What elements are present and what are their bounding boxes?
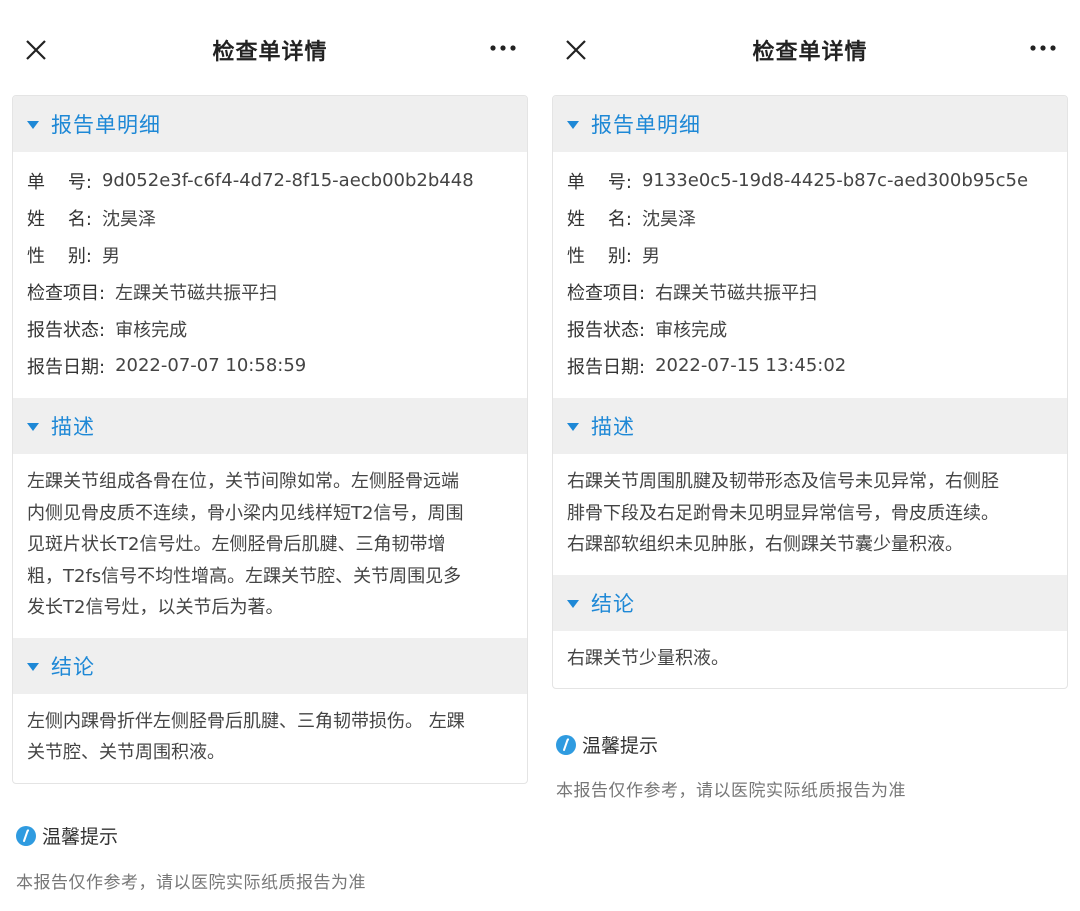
field-value: 2022-07-07 10:58:59 xyxy=(115,355,307,376)
field-value: 审核完成 xyxy=(655,319,728,341)
text-line: 右踝关节周围肌腱及韧带形态及信号未见异常，右侧胫 xyxy=(567,471,999,492)
text-line: 发长T2信号灶，以关节后为著。 xyxy=(27,597,284,618)
tip-title: 温馨提示 xyxy=(582,735,659,757)
text-line: 右踝关节少量积液。 xyxy=(567,647,729,669)
text-line: 左踝关节组成各骨在位，关节间隙如常。左侧胫骨远端 xyxy=(27,471,459,492)
info-icon xyxy=(556,734,576,755)
text-line: 左侧内踝骨折伴左侧胫骨后肌腱、三角韧带损伤。 左踝 xyxy=(27,710,465,732)
section-header-description[interactable]: 描述 xyxy=(553,398,1067,454)
field-value: 沈昊泽 xyxy=(101,208,156,230)
text-line: 内侧见骨皮质不连续，骨小梁内见线样短T2信号，周围 xyxy=(27,502,464,524)
field-label: 姓 名: xyxy=(27,208,92,230)
caret-down-icon xyxy=(27,662,39,671)
tip-header: 温馨提示 xyxy=(556,731,658,758)
field-value: 9d052e3f-c6f4-4d72-8f15-aecb00b2b448 xyxy=(101,170,474,191)
field-label: 单 号: xyxy=(27,171,92,193)
text-line: 见斑片状长T2信号灶。左侧胫骨后肌腱、三角韧带增 xyxy=(27,534,446,555)
report-card: 报告单明细 单 号: 9133e0c5-19d8-4425-b87c-aed300… xyxy=(552,95,1068,689)
more-icon[interactable] xyxy=(1028,36,1058,60)
report-fields: 单 号: 9d052e3f-c6f4-4d72-8f15-aecb00b2b448… xyxy=(13,152,527,398)
report-fields: 单 号: 9133e0c5-19d8-4425-b87c-aed300b95c5e… xyxy=(553,152,1067,398)
field-label: 报告日期: xyxy=(567,356,646,378)
conclusion-text: 右踝关节少量积液。 xyxy=(553,631,1067,689)
field-row-exam: 检查项目: 右踝关节磁共振平扫 xyxy=(567,273,1053,310)
tip-note: 本报告仅作参考，请以医院实际纸质报告为准 xyxy=(16,873,366,893)
tip-note: 本报告仅作参考，请以医院实际纸质报告为准 xyxy=(556,781,906,801)
field-label: 性 别: xyxy=(27,245,92,267)
field-row-status: 报告状态: 审核完成 xyxy=(27,310,513,347)
field-row-name: 姓 名: 沈昊泽 xyxy=(567,199,1053,236)
section-header-conclusion[interactable]: 结论 xyxy=(13,637,527,694)
top-bar: 检查单详情 xyxy=(10,22,530,78)
caret-down-icon xyxy=(567,423,579,431)
field-value: 男 xyxy=(641,245,660,267)
field-value: 审核完成 xyxy=(115,319,188,341)
field-row-name: 姓 名: 沈昊泽 xyxy=(27,199,513,236)
tip-header: 温馨提示 xyxy=(16,822,118,849)
field-label: 报告日期: xyxy=(27,356,106,378)
report-card: 报告单明细 单 号: 9d052e3f-c6f4-4d72-8f15-aecb00… xyxy=(12,95,528,784)
field-label: 检查项目: xyxy=(567,282,646,304)
caret-down-icon xyxy=(27,423,39,431)
section-title: 结论 xyxy=(51,654,95,679)
field-label: 报告状态: xyxy=(567,319,646,341)
field-row-gender: 性 别: 男 xyxy=(27,236,513,273)
tip-title: 温馨提示 xyxy=(42,826,119,848)
report-panel-right: 检查单详情 报告单明细 单 号: 9133e0c5-19d8-4425-b87c-… xyxy=(550,0,1070,911)
page-title: 检查单详情 xyxy=(212,40,328,65)
page-title: 检查单详情 xyxy=(752,40,868,65)
field-row-status: 报告状态: 审核完成 xyxy=(567,310,1053,347)
section-title: 结论 xyxy=(591,591,635,616)
field-row-number: 单 号: 9133e0c5-19d8-4425-b87c-aed300b95c5e xyxy=(567,162,1053,199)
text-line: 关节腔、关节周围积液。 xyxy=(27,742,225,763)
text-line: 右踝部软组织未见肿胀，右侧踝关节囊少量积液。 xyxy=(567,534,963,555)
field-label: 单 号: xyxy=(567,171,632,193)
caret-down-icon xyxy=(567,121,579,129)
field-label: 检查项目: xyxy=(27,282,106,304)
field-row-date: 报告日期: 2022-07-15 13:45:02 xyxy=(567,347,1053,384)
section-title: 描述 xyxy=(51,415,95,439)
field-value: 9133e0c5-19d8-4425-b87c-aed300b95c5e xyxy=(641,170,1029,191)
description-text: 左踝关节组成各骨在位，关节间隙如常。左侧胫骨远端 内侧见骨皮质不连续，骨小梁内见… xyxy=(13,454,527,638)
caret-down-icon xyxy=(27,121,39,129)
field-row-number: 单 号: 9d052e3f-c6f4-4d72-8f15-aecb00b2b448 xyxy=(27,162,513,199)
top-bar: 检查单详情 xyxy=(550,22,1070,78)
section-header-conclusion[interactable]: 结论 xyxy=(553,574,1067,631)
field-value: 2022-07-15 13:45:02 xyxy=(655,355,847,376)
section-title: 报告单明细 xyxy=(51,113,161,137)
field-value: 沈昊泽 xyxy=(641,208,696,230)
section-header-description[interactable]: 描述 xyxy=(13,398,527,454)
section-title: 报告单明细 xyxy=(591,113,701,137)
field-label: 性 别: xyxy=(567,245,632,267)
section-header-report[interactable]: 报告单明细 xyxy=(13,96,527,152)
field-label: 姓 名: xyxy=(567,208,632,230)
field-label: 报告状态: xyxy=(27,319,106,341)
text-line: 粗，T2fs信号不均性增高。左踝关节腔、关节周围见多 xyxy=(27,565,462,587)
section-header-report[interactable]: 报告单明细 xyxy=(553,96,1067,152)
section-title: 描述 xyxy=(591,415,635,439)
field-value: 右踝关节磁共振平扫 xyxy=(655,282,818,304)
field-value: 男 xyxy=(101,245,120,267)
info-icon xyxy=(16,825,36,846)
conclusion-text: 左侧内踝骨折伴左侧胫骨后肌腱、三角韧带损伤。 左踝 关节腔、关节周围积液。 xyxy=(13,694,527,783)
more-icon[interactable] xyxy=(488,36,518,60)
field-row-exam: 检查项目: 左踝关节磁共振平扫 xyxy=(27,273,513,310)
field-row-gender: 性 别: 男 xyxy=(567,236,1053,273)
field-value: 左踝关节磁共振平扫 xyxy=(115,282,278,304)
report-panel-left: 检查单详情 报告单明细 单 号: 9d052e3f-c6f4-4d72-8f15-… xyxy=(10,0,530,911)
text-line: 腓骨下段及右足跗骨未见明显异常信号，骨皮质连续。 xyxy=(567,502,999,524)
description-text: 右踝关节周围肌腱及韧带形态及信号未见异常，右侧胫 腓骨下段及右足跗骨未见明显异常… xyxy=(553,454,1067,575)
field-row-date: 报告日期: 2022-07-07 10:58:59 xyxy=(27,347,513,384)
caret-down-icon xyxy=(567,599,579,608)
